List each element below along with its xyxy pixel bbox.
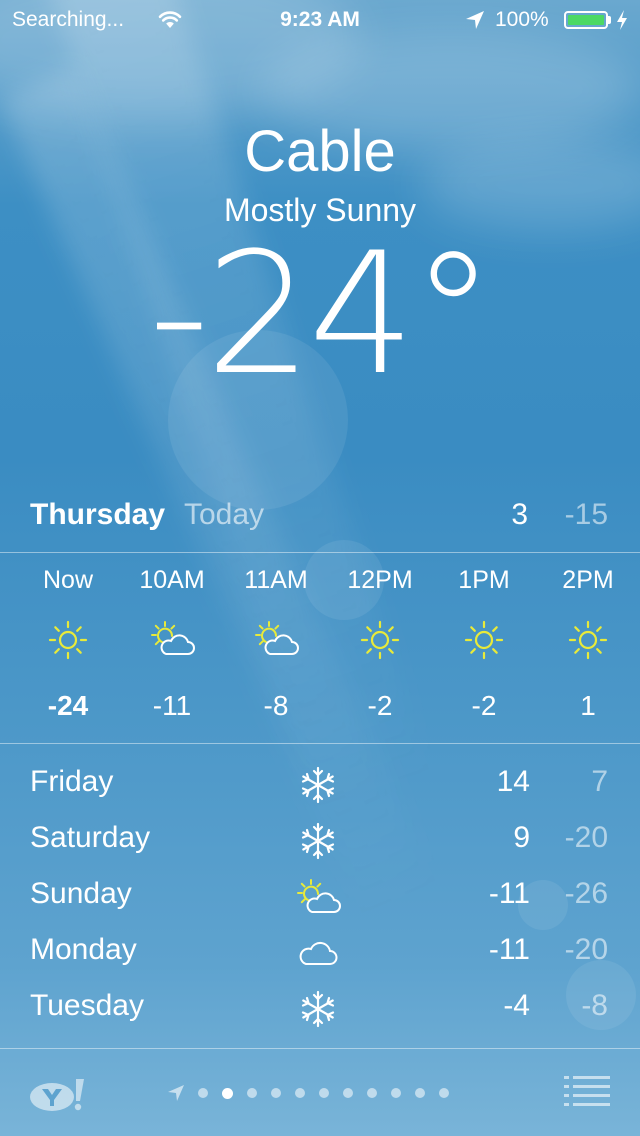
- daily-low: -26: [564, 877, 608, 910]
- page-dot[interactable]: [415, 1088, 425, 1098]
- page-dot[interactable]: [391, 1088, 401, 1098]
- snowflake-icon: [294, 762, 342, 804]
- hour-temp: -2: [471, 690, 497, 721]
- hour-time: 2PM: [562, 566, 614, 594]
- daily-low: -20: [564, 821, 608, 854]
- hour-time: Now: [42, 566, 93, 594]
- list-icon[interactable]: [564, 1075, 610, 1107]
- snowflake-icon: [294, 818, 342, 860]
- current-location-arrow-icon: [168, 1085, 184, 1101]
- daily-high: -11: [488, 877, 530, 910]
- page-dot[interactable]: [198, 1088, 208, 1098]
- hour-time: 11AM: [244, 566, 308, 594]
- page-indicator[interactable]: [166, 1081, 463, 1105]
- page-dot[interactable]: [271, 1088, 281, 1098]
- location-arrow-icon: [466, 11, 484, 29]
- hour-item: 11AM -8: [224, 566, 328, 736]
- hour-item: 2PM 1: [536, 566, 640, 736]
- page-dot[interactable]: [247, 1088, 257, 1098]
- today-low: -15: [564, 498, 608, 531]
- daily-high: -4: [503, 989, 530, 1022]
- daily-day: Sunday: [30, 877, 132, 910]
- divider-middle: [0, 743, 640, 744]
- daily-day: Tuesday: [30, 989, 144, 1022]
- hour-time: 12PM: [347, 566, 413, 594]
- daily-high: 9: [513, 821, 530, 854]
- partly-cloudy-icon: [148, 616, 196, 664]
- charging-bolt-icon: [617, 10, 627, 30]
- partly-cloudy-icon: [252, 616, 300, 664]
- daily-day: Friday: [30, 765, 114, 798]
- current-temperature-wrap: -24°: [0, 230, 640, 398]
- page-dot[interactable]: [343, 1088, 353, 1098]
- today-day: Thursday: [30, 498, 166, 531]
- today-high: 3: [511, 498, 528, 531]
- status-bar: Searching... 9:23 AM 100%: [0, 0, 640, 40]
- hour-item: 1PM -2: [432, 566, 536, 736]
- daily-row: Saturday 9 -20: [0, 816, 640, 872]
- hour-temp: -24: [47, 690, 89, 721]
- hour-time: 10AM: [139, 566, 205, 594]
- hour-item: Now -24: [16, 566, 120, 736]
- footer-toolbar: [0, 1049, 640, 1136]
- daily-high: 14: [496, 765, 530, 798]
- daily-day: Monday: [30, 933, 137, 966]
- daily-low: -8: [581, 989, 608, 1022]
- sun-icon: [44, 616, 92, 664]
- today-row: Thursday Today 3 -15: [0, 498, 640, 538]
- daily-row: Tuesday -4 -8: [0, 984, 640, 1040]
- divider-top: [0, 552, 640, 553]
- daily-row: Friday 14 7: [0, 760, 640, 816]
- hour-temp: -8: [263, 690, 289, 721]
- page-dot[interactable]: [295, 1088, 305, 1098]
- hour-item: 10AM -11: [120, 566, 224, 736]
- sun-icon: [356, 616, 404, 664]
- hour-temp: -11: [152, 690, 192, 721]
- page-dot-active[interactable]: [222, 1087, 233, 1099]
- battery-percent: 100%: [495, 8, 549, 31]
- today-label: Today: [184, 498, 265, 531]
- page-dot[interactable]: [319, 1088, 329, 1098]
- city-name: Cable: [244, 119, 396, 184]
- page-dot[interactable]: [439, 1088, 449, 1098]
- yahoo-logo-button[interactable]: [30, 1075, 88, 1115]
- cloud-icon: [294, 930, 342, 970]
- sun-icon: [564, 616, 612, 664]
- daily-low: 7: [591, 765, 608, 798]
- hourly-forecast[interactable]: Now -24 10AM -11 11AM -8 12PM -2 1PM -2 …: [16, 566, 640, 736]
- hour-temp: 1: [580, 690, 596, 721]
- daily-low: -20: [564, 933, 608, 966]
- hour-temp: -2: [367, 690, 393, 721]
- current-temperature: -24°: [148, 216, 495, 412]
- partly-cloudy-icon: [294, 874, 342, 914]
- battery-tip: [608, 16, 611, 24]
- battery-icon: [564, 11, 608, 29]
- daily-forecast[interactable]: Friday 14 7 Saturday 9 -20 Sunday -11 -2…: [0, 760, 640, 1040]
- hour-time: 1PM: [458, 566, 510, 594]
- snowflake-icon: [294, 986, 342, 1028]
- daily-high: -11: [488, 933, 530, 966]
- daily-row: Monday -11 -20: [0, 928, 640, 984]
- hour-item: 12PM -2: [328, 566, 432, 736]
- sun-icon: [460, 616, 508, 664]
- daily-day: Saturday: [30, 821, 151, 854]
- page-dot[interactable]: [367, 1088, 377, 1098]
- daily-row: Sunday -11 -26: [0, 872, 640, 928]
